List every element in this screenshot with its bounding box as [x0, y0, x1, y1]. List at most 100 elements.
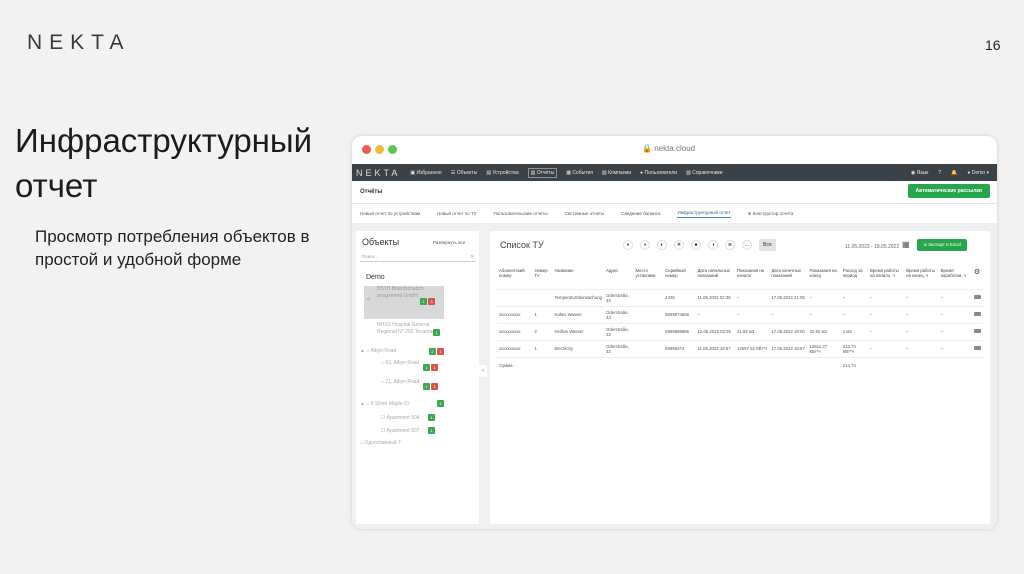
nav-label: Компании [608, 169, 632, 176]
tree-node[interactable]: ☐ Apartment 507 [381, 428, 419, 435]
nav-item-objects[interactable]: ☰ Объекты [451, 170, 478, 176]
tab-user-reports[interactable]: Пользовательские отчеты [494, 211, 548, 216]
column-header[interactable]: Абонентский номер [497, 267, 532, 289]
nekta-logo: NEKTA [27, 31, 131, 54]
tree-root[interactable]: Demo [366, 274, 385, 281]
table-cell: 12697.52 КВт*ч [734, 339, 770, 357]
table-cell: – [904, 322, 939, 340]
export-excel-button[interactable]: ⇲ Экспорт в Excel [917, 239, 967, 251]
node-badge: 2 [429, 348, 436, 355]
column-header[interactable]: Название [552, 267, 604, 289]
nav-item-devices[interactable]: ▤ Устройства [486, 170, 518, 176]
url-bar[interactable]: 🔒 nekta.cloud [642, 144, 695, 153]
expand-all-link[interactable]: Развернуть все [433, 240, 465, 245]
contrast-icon[interactable]: ◑ [708, 240, 718, 250]
column-header[interactable]: Показания на конец [808, 267, 841, 289]
search-placeholder: Поиск... [362, 254, 379, 259]
table-cell [971, 356, 983, 374]
table-cell: 11.05.2022 18:57 [695, 339, 735, 357]
help-icon[interactable]: ? [938, 170, 941, 176]
column-header[interactable]: Время работы на конец, ч [904, 267, 939, 289]
column-header[interactable]: Дата начальных показаний [695, 267, 734, 289]
table-cell: – [807, 288, 841, 306]
column-header[interactable]: Время наработки, ч [939, 267, 972, 289]
column-header[interactable]: Показания на начало [735, 267, 769, 289]
tab-report-builder[interactable]: ⊕ Конструктор отчёта [748, 211, 794, 217]
row-menu-icon[interactable] [973, 346, 981, 350]
lock-icon: 🔒 [642, 144, 655, 153]
nav-item-reports[interactable]: ▥ Отчёты [527, 167, 558, 178]
calendar-icon[interactable]: ▦ [902, 240, 910, 249]
column-header[interactable]: Номер ТУ [532, 267, 552, 289]
tab-balance[interactable]: Сведение баланса [621, 211, 660, 216]
table-cell: 11.05.2022 02:35 [695, 288, 735, 306]
user-menu[interactable]: ● Demo ▾ [967, 170, 989, 176]
close-dot[interactable] [362, 145, 371, 154]
table-row[interactable]: xxxxxxxxxx 1 Electricity Oderstraße, 43 8589… [497, 339, 983, 357]
user-name: Demo [971, 169, 986, 176]
table-cell: xxxxxxxxxx [497, 322, 533, 340]
sum-row: Сумма 214.74 [497, 356, 983, 374]
water-hot-icon[interactable]: ● [640, 240, 650, 250]
maximize-dot[interactable] [388, 145, 397, 154]
language-selector[interactable]: ◉ Язык [911, 170, 928, 176]
nav-item-companies[interactable]: ▧ Компании [602, 170, 631, 176]
notification-icon[interactable]: 🔔 [951, 170, 957, 176]
filter-all-button[interactable]: Все [759, 239, 776, 251]
column-header[interactable]: Серийный номер [663, 267, 695, 289]
clear-icon[interactable]: ✕ [470, 254, 474, 260]
home-icon: ⌂ [367, 296, 371, 302]
tree-node[interactable]: ⌂ Одноэтажный 7 [360, 440, 401, 447]
tu-list-title: Список ТУ [500, 240, 544, 250]
tab-device-report[interactable]: Новый отчет по устройствам [360, 211, 420, 216]
table-cell: 17.05.2022 19:00 [769, 322, 808, 340]
tree-node[interactable]: ⌂ 71, Albyn Road [381, 379, 421, 386]
nav-item-favorites[interactable]: ▣ Избранное [410, 170, 441, 176]
column-header[interactable]: Адрес [604, 267, 633, 289]
tab-system-reports[interactable]: Системные отчеты [565, 211, 605, 216]
tree-node[interactable]: ⌂ 63, Albyn Road [381, 360, 421, 367]
settings-icon[interactable]: ⚙ [972, 267, 983, 289]
table-row[interactable]: Temperaturüberwachung Oderstraße, 43 4425 1… [497, 288, 983, 306]
nav-item-users[interactable]: ● Пользователи [640, 170, 677, 176]
more-icon[interactable]: … [742, 240, 752, 250]
row-actions [971, 305, 983, 323]
column-header[interactable]: Место установки [633, 267, 663, 289]
row-menu-icon[interactable] [973, 329, 981, 333]
collapse-panel-button[interactable]: ‹ [479, 365, 487, 377]
nav-label: Пользователи [644, 169, 678, 176]
table-row[interactable]: xxxxxxxxxx 1 Kaltes Wasser Oderstraße, 43 56… [497, 305, 983, 323]
column-header[interactable]: Время работы на начало, ч [868, 267, 904, 289]
wifi-icon[interactable]: ≋ [725, 240, 735, 250]
column-header[interactable]: Расход за период [841, 267, 868, 289]
nav-item-events[interactable]: ▦ События [566, 170, 593, 176]
table-cell: 1 м3 [840, 322, 868, 340]
table-cell: 32.82 м3 [807, 322, 841, 340]
report-tabs: Новый отчет по устройствам Новый отчет п… [352, 203, 997, 223]
date-range[interactable]: 11.05.2022 - 18.05.2022 [845, 244, 899, 250]
table-cell: – [695, 305, 735, 323]
tab-tu-report[interactable]: Новый отчет по ТУ [437, 211, 476, 216]
sun-icon[interactable]: ☀ [674, 240, 684, 250]
auto-mailing-button[interactable]: Автоматические рассылки [907, 184, 990, 198]
node-label: 6 Silver Maple Ct [370, 401, 409, 407]
table-row[interactable]: xxxxxxxxxx 2 Heißes Wasser Oderstraße, 43 59… [497, 322, 983, 340]
row-menu-icon[interactable] [973, 295, 981, 299]
node-label: NHSS Hospital General Regional N° 200 Te… [377, 322, 435, 335]
table-cell: – [807, 305, 841, 323]
minimize-dot[interactable] [375, 145, 384, 154]
gas-icon[interactable]: ◐ [657, 240, 667, 250]
row-menu-icon[interactable] [973, 312, 981, 316]
water-cold-icon[interactable]: ● [623, 240, 633, 250]
column-header[interactable]: Дата конечных показаний [769, 267, 807, 289]
top-nav: NEKTA ▣ Избранное ☰ Объекты ▤ Устройства… [352, 164, 997, 181]
tree-node[interactable]: ▲ ⌂ Albyn Road [360, 348, 396, 355]
tab-infrastructure-report[interactable]: Инфраструктурный отчёт [677, 210, 731, 218]
tree-node[interactable]: NHSS Hospital General Regional N° 200 Te… [377, 322, 437, 336]
tree-node[interactable]: ▲ ⌂ 6 Silver Maple Ct [360, 401, 409, 408]
table-cell: – [867, 305, 905, 323]
objects-search-input[interactable]: Поиск... ✕ [360, 252, 476, 262]
heat-icon[interactable]: ● [691, 240, 701, 250]
tree-node[interactable]: ☐ Apartment 504 [381, 415, 419, 422]
nav-item-references[interactable]: ▨ Справочники [686, 170, 722, 176]
